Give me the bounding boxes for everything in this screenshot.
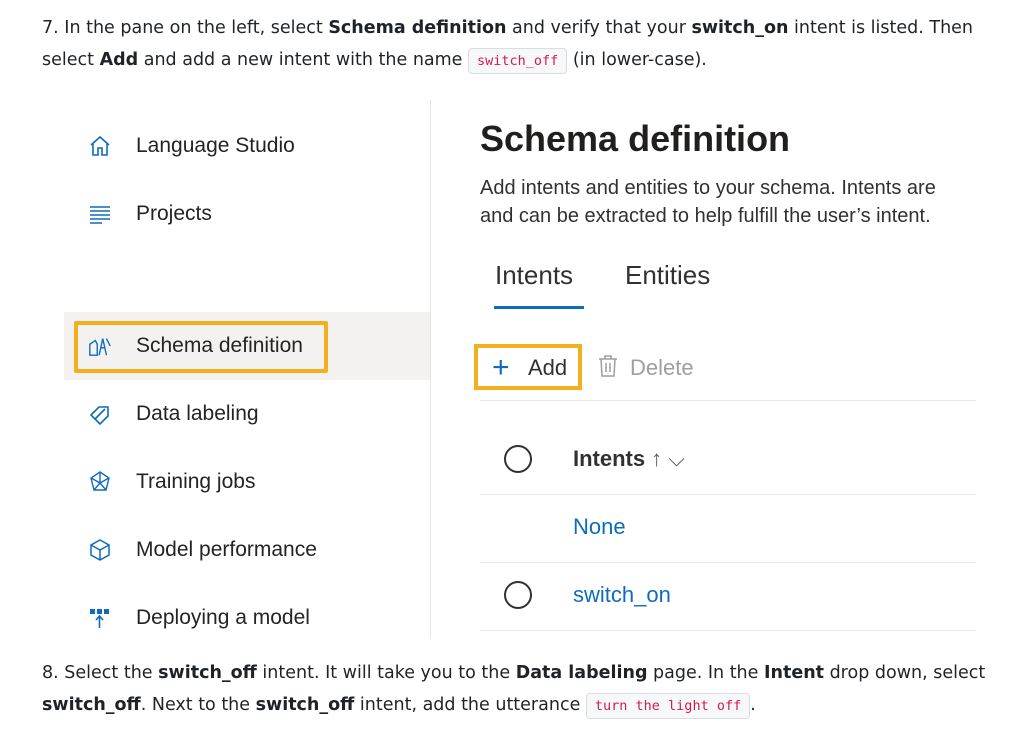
text: and add a new intent with the name (138, 50, 469, 70)
description-line: Add intents and entities to your schema.… (480, 177, 936, 199)
list-icon (88, 202, 112, 226)
step-8-instructions: 8. Select the switch_off intent. It will… (42, 657, 992, 722)
sidebar-item-label: Data labeling (136, 402, 259, 425)
sidebar-item-deploying-a-model[interactable]: Deploying a model (64, 584, 430, 652)
bold-text: Add (99, 50, 139, 70)
inline-code: switch_off (468, 48, 568, 74)
tag-icon (88, 402, 112, 426)
toolbar: + Add Delete (474, 340, 976, 401)
description-line: and can be extracted to help fulfill the… (480, 205, 931, 227)
step-number: 7. (42, 18, 59, 38)
page-description: Add intents and entities to your schema.… (480, 174, 1000, 230)
main-pane: Schema definition Add intents and entiti… (474, 100, 994, 640)
text: drop down, select (824, 663, 986, 683)
column-header-label: Intents (573, 446, 646, 471)
intent-link-switch-on[interactable]: switch_on (573, 582, 671, 608)
delete-button-label: Delete (630, 355, 694, 380)
add-button-label: Add (528, 355, 568, 380)
text: . (750, 695, 756, 715)
sidebar-item-label: Projects (136, 202, 212, 225)
text: and verify that your (506, 18, 692, 38)
deploy-icon (88, 606, 112, 630)
trash-icon (598, 354, 618, 382)
sidebar-item-training-jobs[interactable]: Training jobs (64, 448, 430, 516)
text: . Next to the (140, 695, 256, 715)
tab-intents[interactable]: Intents (495, 260, 573, 291)
add-button[interactable]: + Add (474, 344, 582, 390)
text: In the pane on the left, select (64, 18, 329, 38)
plus-icon: + (492, 351, 510, 384)
intent-link-none[interactable]: None (573, 514, 626, 540)
network-icon (88, 470, 112, 494)
sidebar-item-label: Language Studio (136, 134, 295, 157)
text: (in lower-case). (567, 50, 707, 70)
sidebar-item-model-performance[interactable]: Model performance (64, 516, 430, 584)
table-row: None (480, 494, 976, 563)
bold-text: switch_on (691, 18, 789, 38)
table-header-row: Intents ↑ ⌵ (480, 426, 976, 495)
bold-text: Schema definition (328, 18, 507, 38)
bold-text: Data labeling (515, 663, 648, 683)
step-number: 8. (42, 663, 59, 683)
text: intent. It will take you to the (256, 663, 516, 683)
text: intent, add the utterance (354, 695, 586, 715)
bold-text: switch_off (255, 695, 355, 715)
page-title: Schema definition (480, 118, 791, 159)
select-all-radio[interactable] (504, 445, 532, 473)
bold-text: switch_off (42, 695, 141, 715)
active-tab-indicator (494, 306, 584, 309)
column-header-intents[interactable]: Intents ↑ ⌵ (573, 446, 685, 472)
language-studio-screenshot: Language Studio Projects Schema definiti… (64, 100, 994, 640)
step-7-instructions: 7. In the pane on the left, select Schem… (42, 12, 992, 77)
bold-text: Intent (763, 663, 825, 683)
cube-icon (88, 538, 112, 562)
tab-entities[interactable]: Entities (625, 260, 710, 291)
bold-text: switch_off (158, 663, 257, 683)
text: page. In the (647, 663, 764, 683)
home-icon (88, 134, 112, 158)
sidebar-item-language-studio[interactable]: Language Studio (64, 112, 430, 180)
text: Select the (64, 663, 159, 683)
sort-icon[interactable]: ↑ ⌵ (651, 446, 685, 471)
sidebar-item-data-labeling[interactable]: Data labeling (64, 380, 430, 448)
sidebar-item-label: Deploying a model (136, 606, 310, 629)
sidebar-item-projects[interactable]: Projects (64, 180, 430, 248)
sidebar-item-label: Training jobs (136, 470, 256, 493)
sidebar: Language Studio Projects Schema definiti… (64, 100, 431, 638)
inline-code: turn the light off (585, 693, 751, 719)
row-select-radio[interactable] (504, 581, 532, 609)
delete-button[interactable]: Delete (598, 354, 694, 382)
sidebar-item-label: Model performance (136, 538, 317, 561)
table-row: switch_on (480, 562, 976, 631)
schema-definition-highlight (74, 321, 328, 373)
